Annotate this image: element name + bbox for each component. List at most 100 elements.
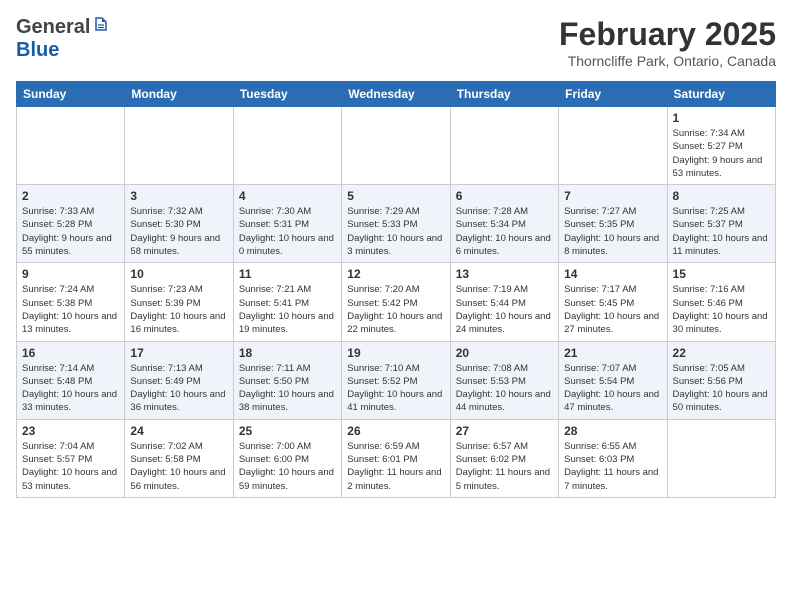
day-number: 6 <box>456 189 553 203</box>
day-info: Sunrise: 6:55 AM Sunset: 6:03 PM Dayligh… <box>564 440 661 493</box>
weekday-header-friday: Friday <box>559 82 667 107</box>
month-title: February 2025 <box>559 16 776 53</box>
weekday-header-saturday: Saturday <box>667 82 775 107</box>
calendar-cell: 4 Sunrise: 7:30 AM Sunset: 5:31 PM Daylig… <box>233 185 341 263</box>
day-info: Sunrise: 7:24 AM Sunset: 5:38 PM Dayligh… <box>22 283 119 336</box>
weekday-header-wednesday: Wednesday <box>342 82 450 107</box>
calendar-cell: 21Sunrise: 7:07 AM Sunset: 5:54 PM Dayli… <box>559 341 667 419</box>
day-number: 9 <box>22 267 119 281</box>
calendar-cell: 27 Sunrise: 6:57 AM Sunset: 6:02 PM Dayli… <box>450 419 558 497</box>
calendar-week-row: 2 Sunrise: 7:33 AM Sunset: 5:28 PM Daylig… <box>17 185 776 263</box>
weekday-header-sunday: Sunday <box>17 82 125 107</box>
calendar-cell: 14 Sunrise: 7:17 AM Sunset: 5:45 PM Dayli… <box>559 263 667 341</box>
calendar-cell: 19 Sunrise: 7:10 AM Sunset: 5:52 PM Dayli… <box>342 341 450 419</box>
day-info: Sunrise: 7:14 AM Sunset: 5:48 PM Dayligh… <box>22 362 119 415</box>
calendar-header-row: SundayMondayTuesdayWednesdayThursdayFrid… <box>17 82 776 107</box>
calendar-cell: 5 Sunrise: 7:29 AM Sunset: 5:33 PM Daylig… <box>342 185 450 263</box>
calendar-cell: 9 Sunrise: 7:24 AM Sunset: 5:38 PM Daylig… <box>17 263 125 341</box>
calendar-cell: 22 Sunrise: 7:05 AM Sunset: 5:56 PM Dayli… <box>667 341 775 419</box>
day-number: 23 <box>22 424 119 438</box>
calendar-week-row: 16 Sunrise: 7:14 AM Sunset: 5:48 PM Dayli… <box>17 341 776 419</box>
weekday-header-monday: Monday <box>125 82 233 107</box>
day-info: Sunrise: 7:19 AM Sunset: 5:44 PM Dayligh… <box>456 283 553 336</box>
day-number: 2 <box>22 189 119 203</box>
weekday-header-tuesday: Tuesday <box>233 82 341 107</box>
day-info: Sunrise: 7:08 AM Sunset: 5:53 PM Dayligh… <box>456 362 553 415</box>
calendar-cell <box>667 419 775 497</box>
logo-general: General <box>16 16 90 39</box>
calendar-cell: 18 Sunrise: 7:11 AM Sunset: 5:50 PM Dayli… <box>233 341 341 419</box>
calendar-cell: 11Sunrise: 7:21 AM Sunset: 5:41 PM Dayli… <box>233 263 341 341</box>
day-info: Sunrise: 7:30 AM Sunset: 5:31 PM Dayligh… <box>239 205 336 258</box>
day-info: Sunrise: 6:57 AM Sunset: 6:02 PM Dayligh… <box>456 440 553 493</box>
logo: General Blue <box>16 16 110 62</box>
day-number: 14 <box>564 267 661 281</box>
calendar-cell <box>125 107 233 185</box>
day-number: 10 <box>130 267 227 281</box>
day-info: Sunrise: 7:02 AM Sunset: 5:58 PM Dayligh… <box>130 440 227 493</box>
day-number: 1 <box>673 111 770 125</box>
day-number: 18 <box>239 346 336 360</box>
day-number: 3 <box>130 189 227 203</box>
calendar-cell: 10 Sunrise: 7:23 AM Sunset: 5:39 PM Dayli… <box>125 263 233 341</box>
day-number: 17 <box>130 346 227 360</box>
calendar-week-row: 1 Sunrise: 7:34 AM Sunset: 5:27 PM Daylig… <box>17 107 776 185</box>
calendar-cell <box>342 107 450 185</box>
calendar-cell: 23 Sunrise: 7:04 AM Sunset: 5:57 PM Dayli… <box>17 419 125 497</box>
day-number: 12 <box>347 267 444 281</box>
calendar-cell: 13 Sunrise: 7:19 AM Sunset: 5:44 PM Dayli… <box>450 263 558 341</box>
day-number: 21 <box>564 346 661 360</box>
calendar-cell: 7 Sunrise: 7:27 AM Sunset: 5:35 PM Daylig… <box>559 185 667 263</box>
calendar-cell <box>17 107 125 185</box>
calendar-cell <box>450 107 558 185</box>
calendar-cell: 12 Sunrise: 7:20 AM Sunset: 5:42 PM Dayli… <box>342 263 450 341</box>
calendar-cell: 25Sunrise: 7:00 AM Sunset: 6:00 PM Dayli… <box>233 419 341 497</box>
day-info: Sunrise: 7:23 AM Sunset: 5:39 PM Dayligh… <box>130 283 227 336</box>
day-number: 5 <box>347 189 444 203</box>
calendar-cell: 26 Sunrise: 6:59 AM Sunset: 6:01 PM Dayli… <box>342 419 450 497</box>
day-number: 8 <box>673 189 770 203</box>
location: Thorncliffe Park, Ontario, Canada <box>559 53 776 69</box>
calendar-cell: 20 Sunrise: 7:08 AM Sunset: 5:53 PM Dayli… <box>450 341 558 419</box>
calendar-cell: 1 Sunrise: 7:34 AM Sunset: 5:27 PM Daylig… <box>667 107 775 185</box>
page-header: General Blue February 2025 Thorncliffe P… <box>16 16 776 69</box>
day-info: Sunrise: 6:59 AM Sunset: 6:01 PM Dayligh… <box>347 440 444 493</box>
calendar-cell <box>559 107 667 185</box>
day-info: Sunrise: 7:05 AM Sunset: 5:56 PM Dayligh… <box>673 362 770 415</box>
day-number: 25 <box>239 424 336 438</box>
calendar-cell: 15Sunrise: 7:16 AM Sunset: 5:46 PM Dayli… <box>667 263 775 341</box>
day-number: 20 <box>456 346 553 360</box>
day-number: 13 <box>456 267 553 281</box>
calendar-cell: 28 Sunrise: 6:55 AM Sunset: 6:03 PM Dayli… <box>559 419 667 497</box>
day-number: 7 <box>564 189 661 203</box>
day-info: Sunrise: 7:25 AM Sunset: 5:37 PM Dayligh… <box>673 205 770 258</box>
calendar-cell: 17Sunrise: 7:13 AM Sunset: 5:49 PM Dayli… <box>125 341 233 419</box>
day-info: Sunrise: 7:28 AM Sunset: 5:34 PM Dayligh… <box>456 205 553 258</box>
day-info: Sunrise: 7:34 AM Sunset: 5:27 PM Dayligh… <box>673 127 770 180</box>
day-number: 19 <box>347 346 444 360</box>
day-info: Sunrise: 7:04 AM Sunset: 5:57 PM Dayligh… <box>22 440 119 493</box>
day-info: Sunrise: 7:21 AM Sunset: 5:41 PM Dayligh… <box>239 283 336 336</box>
title-block: February 2025 Thorncliffe Park, Ontario,… <box>559 16 776 69</box>
day-info: Sunrise: 7:29 AM Sunset: 5:33 PM Dayligh… <box>347 205 444 258</box>
logo-arrow-icon <box>92 16 110 39</box>
day-info: Sunrise: 7:10 AM Sunset: 5:52 PM Dayligh… <box>347 362 444 415</box>
day-info: Sunrise: 7:20 AM Sunset: 5:42 PM Dayligh… <box>347 283 444 336</box>
day-info: Sunrise: 7:27 AM Sunset: 5:35 PM Dayligh… <box>564 205 661 258</box>
day-number: 28 <box>564 424 661 438</box>
day-number: 27 <box>456 424 553 438</box>
calendar-week-row: 23 Sunrise: 7:04 AM Sunset: 5:57 PM Dayli… <box>17 419 776 497</box>
day-info: Sunrise: 7:17 AM Sunset: 5:45 PM Dayligh… <box>564 283 661 336</box>
calendar-week-row: 9 Sunrise: 7:24 AM Sunset: 5:38 PM Daylig… <box>17 263 776 341</box>
calendar-cell: 24 Sunrise: 7:02 AM Sunset: 5:58 PM Dayli… <box>125 419 233 497</box>
day-info: Sunrise: 7:16 AM Sunset: 5:46 PM Dayligh… <box>673 283 770 336</box>
day-info: Sunrise: 7:33 AM Sunset: 5:28 PM Dayligh… <box>22 205 119 258</box>
logo-blue: Blue <box>16 39 59 62</box>
day-number: 26 <box>347 424 444 438</box>
calendar-cell <box>233 107 341 185</box>
day-number: 4 <box>239 189 336 203</box>
day-info: Sunrise: 7:11 AM Sunset: 5:50 PM Dayligh… <box>239 362 336 415</box>
day-number: 16 <box>22 346 119 360</box>
day-number: 24 <box>130 424 227 438</box>
day-number: 22 <box>673 346 770 360</box>
